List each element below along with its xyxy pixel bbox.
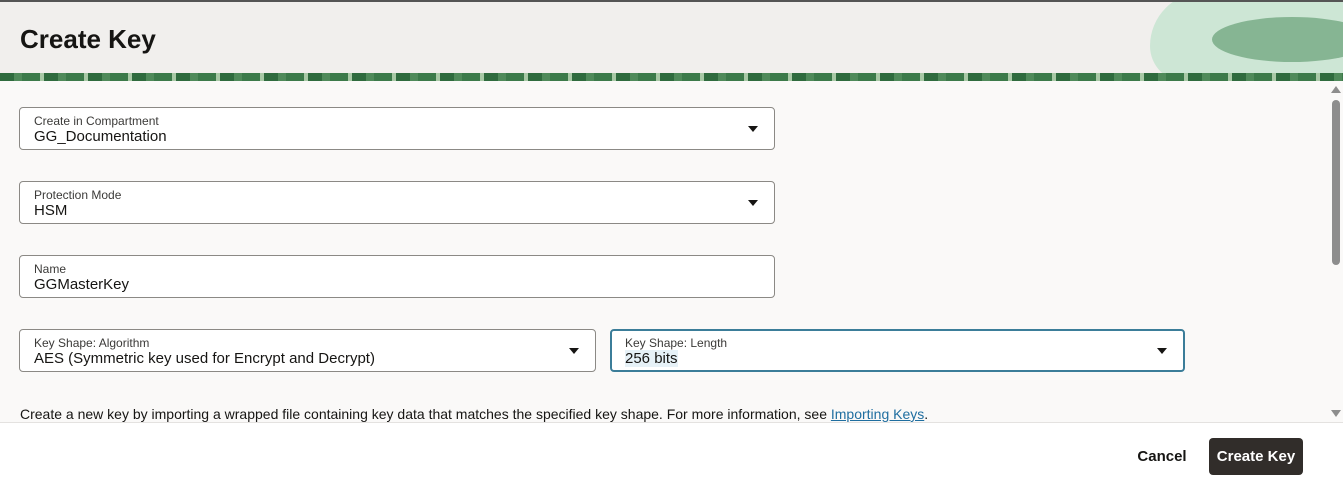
chevron-down-icon[interactable] <box>1157 348 1167 354</box>
compartment-value: GG_Documentation <box>34 128 167 145</box>
key-length-select[interactable]: Key Shape: Length 256 bits <box>610 329 1185 372</box>
algorithm-value: AES (Symmetric key used for Encrypt and … <box>34 350 375 367</box>
name-label: Name <box>34 262 67 276</box>
cancel-button[interactable]: Cancel <box>1128 439 1196 473</box>
info-text-end: . <box>924 406 929 422</box>
scrollbar-thumb[interactable] <box>1332 100 1340 265</box>
chevron-down-icon[interactable] <box>569 348 579 354</box>
algorithm-label: Key Shape: Algorithm <box>34 336 150 350</box>
page-title: Create Key <box>20 24 156 54</box>
name-field[interactable]: Name GGMasterKey <box>19 255 775 298</box>
chevron-down-icon[interactable] <box>748 200 758 206</box>
compartment-select[interactable]: Create in Compartment GG_Documentation <box>19 107 775 150</box>
panel-header: Create Key <box>0 0 1343 81</box>
protection-mode-value: HSM <box>34 202 68 219</box>
panel-footer: Cancel Create Key <box>0 422 1343 491</box>
form-content: Create in Compartment GG_Documentation P… <box>0 81 1343 422</box>
info-text: Create a new key by importing a wrapped … <box>20 406 928 422</box>
create-key-button[interactable]: Create Key <box>1209 438 1303 475</box>
chevron-down-icon[interactable] <box>748 126 758 132</box>
scroll-up-icon[interactable] <box>1331 86 1341 93</box>
name-value[interactable]: GGMasterKey <box>34 276 129 293</box>
key-length-label: Key Shape: Length <box>625 336 728 350</box>
compartment-label: Create in Compartment <box>34 114 159 128</box>
key-length-value: 256 bits <box>625 350 678 367</box>
scroll-down-icon[interactable] <box>1331 410 1341 417</box>
importing-keys-link[interactable]: Importing Keys <box>831 406 924 422</box>
algorithm-select[interactable]: Key Shape: Algorithm AES (Symmetric key … <box>19 329 596 372</box>
info-text-body: Create a new key by importing a wrapped … <box>20 406 831 422</box>
protection-mode-select[interactable]: Protection Mode HSM <box>19 181 775 224</box>
protection-mode-label: Protection Mode <box>34 188 122 202</box>
decorative-strip <box>0 73 1343 81</box>
